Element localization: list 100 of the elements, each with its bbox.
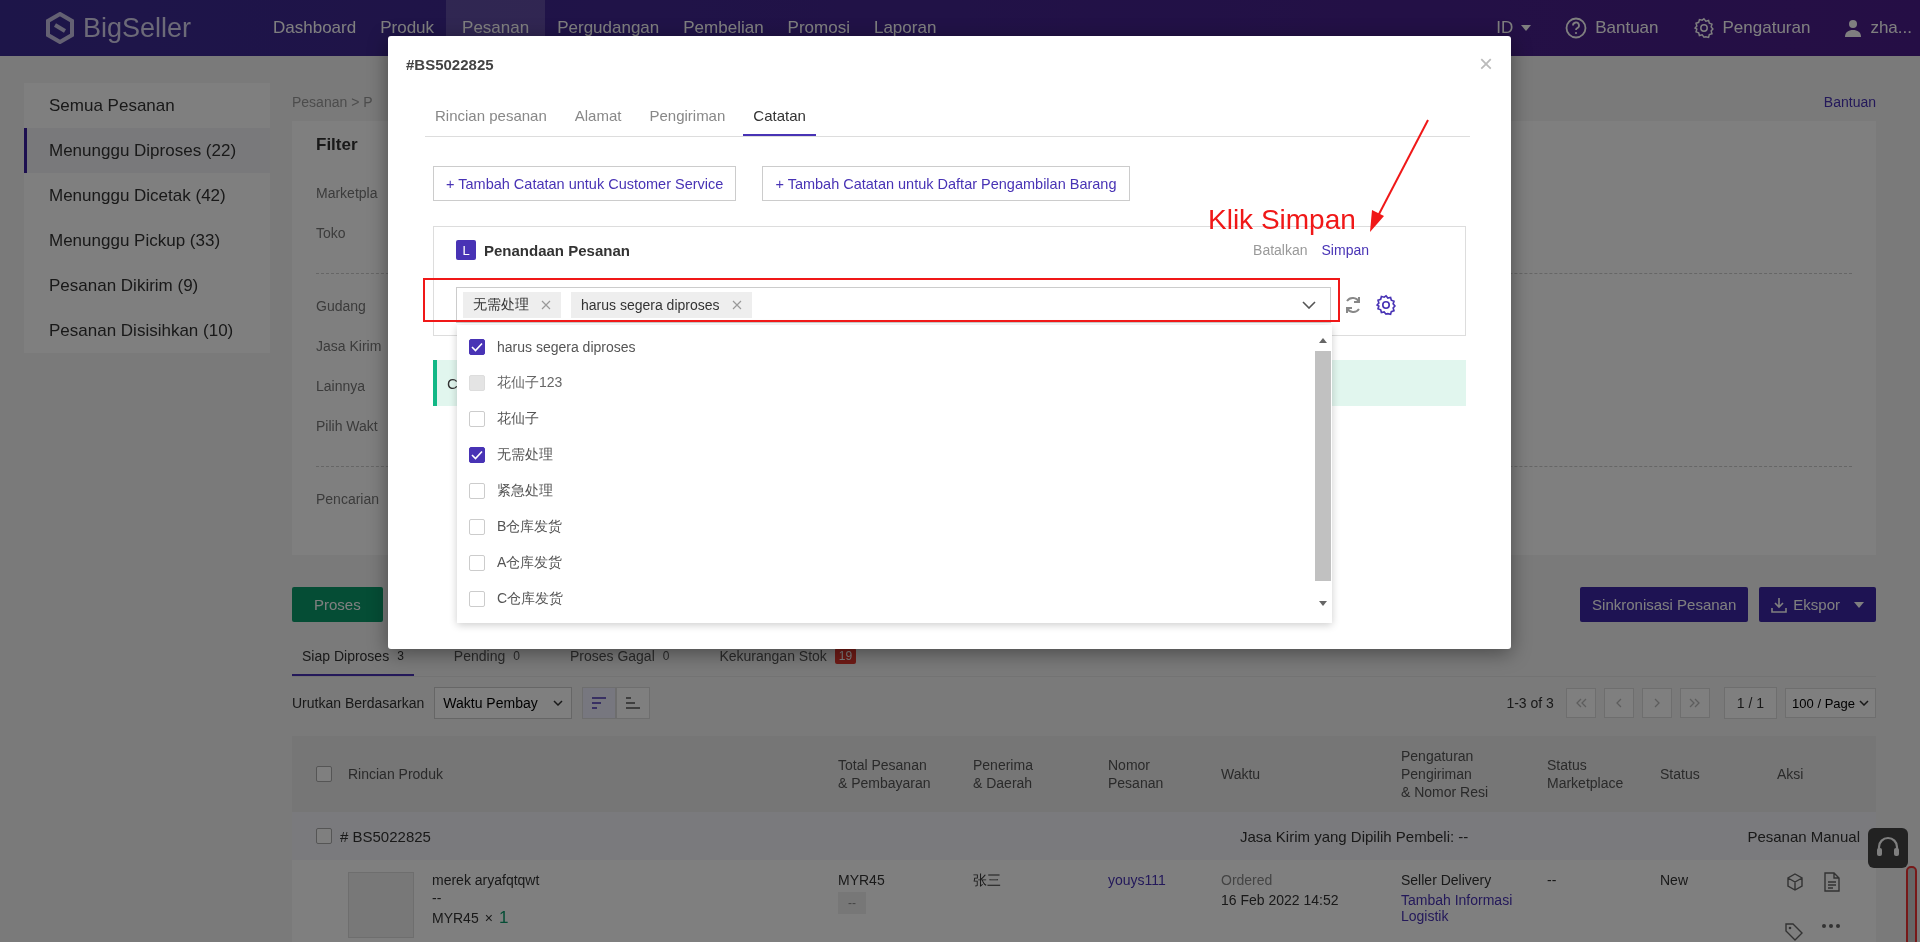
recipient-name: 张三 <box>973 872 1002 890</box>
filter-label: Pilih Wakt <box>316 417 378 436</box>
remove-icon[interactable] <box>731 300 742 310</box>
sidebar-item[interactable]: Menunggu Dicetak (42) <box>24 173 270 218</box>
sidebar-item[interactable]: Pesanan Disisihkan (10) <box>24 308 270 353</box>
unit-price: MYR45 <box>432 910 479 926</box>
tag-option[interactable]: A仓库发货 <box>457 545 1314 581</box>
filter-title: Filter <box>316 135 359 156</box>
chevron-right-icon <box>1652 698 1661 708</box>
help-button[interactable]: Bantuan <box>1565 17 1659 39</box>
brand-logo-text: BigSeller <box>83 12 192 44</box>
previous-page-button[interactable] <box>1603 688 1634 718</box>
marketplace-status: -- <box>1547 872 1558 888</box>
more-icon[interactable] <box>1821 923 1841 929</box>
note-text: C <box>447 374 458 392</box>
column-header: Status <box>1660 764 1700 784</box>
process-button[interactable]: Proses <box>292 587 383 622</box>
tag-option[interactable]: 无需处理 <box>457 437 1314 473</box>
user-menu[interactable]: zha... <box>1844 18 1912 38</box>
settings-icon <box>1692 17 1715 39</box>
first-page-button[interactable] <box>1565 688 1596 718</box>
variant-text: -- <box>432 890 443 906</box>
product-name: merek aryafqtqwt <box>432 872 540 888</box>
nav-menu-item[interactable]: Dashboard <box>261 0 369 56</box>
tag-letter-badge: L <box>456 240 476 260</box>
hexagon-logo-icon <box>45 12 75 44</box>
sidebar-item[interactable]: Semua Pesanan <box>24 83 270 128</box>
language-dropdown[interactable]: ID <box>1496 18 1532 38</box>
dialog-tab[interactable]: Rincian pesanan <box>425 96 557 136</box>
annotation-text: Klik Simpan <box>1208 204 1356 236</box>
pagination-summary: 1-3 of 3 <box>1506 695 1554 711</box>
save-link[interactable]: Simpan <box>1321 242 1369 258</box>
time-status: Ordered <box>1221 872 1274 888</box>
dialog-tab[interactable]: Alamat <box>564 96 632 136</box>
sync-orders-button[interactable]: Sinkronisasi Pesanan <box>1580 587 1749 622</box>
sidebar-item[interactable]: Menunggu Diproses (22) <box>24 128 270 173</box>
order-checkbox[interactable] <box>316 828 332 844</box>
select-all-checkbox[interactable] <box>316 766 332 782</box>
page-size-select[interactable]: 100 / Page <box>1785 688 1876 718</box>
tag-icon[interactable] <box>1785 923 1803 941</box>
order-time: 16 Feb 2022 14:52 <box>1221 892 1340 908</box>
filter-label: Jasa Kirim <box>316 337 382 356</box>
help-link[interactable]: Bantuan <box>1823 94 1876 110</box>
box-icon[interactable] <box>1785 872 1805 892</box>
selected-tag: harus segera diproses <box>571 292 752 318</box>
column-header: Pengaturan Pengiriman & Nomor Resi <box>1401 746 1489 802</box>
scrollbar-thumb[interactable] <box>1906 866 1917 942</box>
chevron-left-icon <box>1614 698 1623 708</box>
settings-icon[interactable] <box>1375 294 1397 316</box>
sidebar-item[interactable]: Menunggu Pickup (33) <box>24 218 270 263</box>
sort-descending-button[interactable] <box>582 687 617 719</box>
order-status: New <box>1660 872 1689 888</box>
courier-text: Jasa Kirim yang Dipilih Pembeli: -- <box>1238 827 1469 845</box>
column-header: Waktu <box>1221 764 1261 784</box>
column-header: Status Marketplace <box>1547 755 1624 793</box>
next-page-button[interactable] <box>1641 688 1672 718</box>
refresh-icon[interactable] <box>1343 295 1363 315</box>
tag-option[interactable]: 花仙子 <box>457 401 1314 437</box>
tag-select-field[interactable]: 无需处理 harus segera diproses <box>456 287 1331 323</box>
tag-option[interactable]: 紧急处理 <box>457 473 1314 509</box>
tab-count: 0 <box>662 649 670 663</box>
order-type: Pesanan Manual <box>1747 827 1860 845</box>
sort-select[interactable]: Waktu Pembay <box>434 687 573 719</box>
column-header: Total Pesanan & Pembayaran <box>838 755 931 793</box>
settings-button[interactable]: Pengaturan <box>1692 17 1811 39</box>
caret-down-icon <box>1854 601 1864 608</box>
chat-support-button[interactable] <box>1868 828 1908 868</box>
filter-label: Lainnya <box>316 377 366 396</box>
order-number-link[interactable]: youys111 <box>1108 872 1221 888</box>
double-chevron-left-icon <box>1574 698 1587 708</box>
dialog-tab[interactable]: Catatan <box>743 96 816 136</box>
dialog-tab[interactable]: Pengiriman <box>639 96 736 136</box>
column-header: Penerima & Daerah <box>973 755 1033 793</box>
caret-down-icon <box>1521 25 1532 31</box>
last-page-button[interactable] <box>1679 688 1710 718</box>
status-tab[interactable]: Kekurangan Stok 19 <box>709 638 867 676</box>
chevron-down-icon <box>1302 301 1316 309</box>
column-header: Rincian Produk <box>348 764 443 784</box>
page-number-field[interactable]: 1 / 1 <box>1723 687 1778 719</box>
add-note-button[interactable]: + Tambah Catatan untuk Customer Service <box>433 166 737 201</box>
document-icon[interactable] <box>1823 872 1841 892</box>
tag-option[interactable]: B仓库发货 <box>457 509 1314 545</box>
add-logistics-link[interactable]: Tambah Informasi Logistik <box>1401 892 1547 924</box>
add-note-button[interactable]: + Tambah Catatan untuk Daftar Pengambilan Barang <box>762 166 1130 201</box>
cancel-link[interactable]: Batalkan <box>1253 242 1308 258</box>
option-checkbox[interactable] <box>469 447 485 463</box>
sidebar-item[interactable]: Pesanan Dikirim (9) <box>24 263 270 308</box>
remove-icon[interactable] <box>541 300 551 310</box>
selected-tag: 无需处理 <box>463 292 561 318</box>
filter-label: Pencarian <box>316 490 380 509</box>
option-checkbox[interactable] <box>469 339 485 355</box>
shipping-method: Seller Delivery <box>1401 872 1493 888</box>
download-icon <box>1771 596 1788 613</box>
card-title: Penandaan Pesanan <box>484 241 630 259</box>
filter-label: Toko <box>316 224 346 243</box>
tag-option[interactable]: C仓库发货 <box>457 581 1314 617</box>
sort-label: Urutkan Berdasarkan <box>292 695 425 711</box>
export-button[interactable]: Ekspor <box>1759 587 1876 622</box>
sort-ascending-button[interactable] <box>616 687 651 719</box>
tag-option[interactable]: harus segera diproses <box>457 329 1314 365</box>
